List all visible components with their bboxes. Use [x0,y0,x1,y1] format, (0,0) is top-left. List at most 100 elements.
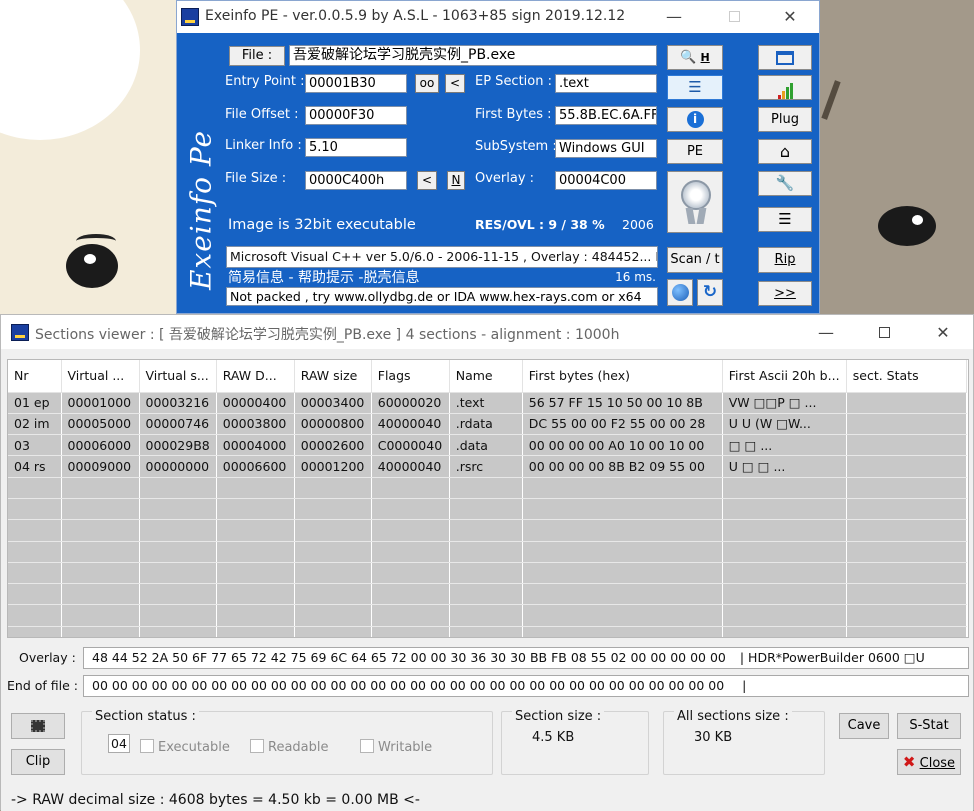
info-button[interactable]: i [667,107,723,132]
table-cell: DC 55 00 00 F2 55 00 00 28 [522,413,723,436]
open-folder-button[interactable] [758,45,812,70]
file-open-button[interactable]: File : [229,46,285,66]
close-window-button[interactable]: ✕ [779,7,801,27]
tree-view-button[interactable]: ☰ [667,75,723,100]
executable-checkbox[interactable]: Executable [140,739,230,755]
file-offset-field[interactable]: 00000F30 [305,106,407,125]
save-section-button[interactable] [11,713,65,739]
empty-row [8,519,967,542]
column-header[interactable]: RAW D... [216,360,295,393]
oo-button[interactable]: oo [415,74,439,93]
all-sections-size-title: All sections size : [674,709,792,724]
sections-maximize-button[interactable] [873,323,895,343]
window-icon [776,50,794,65]
all-sections-size-value: 30 KB [694,730,733,745]
table-row[interactable]: 01 ep 00001000 00003216 00000400 00003400 600… [8,392,967,414]
close-button[interactable]: ✖ Close [897,749,961,775]
file-name-field[interactable]: 吾爱破解论坛学习脱壳实例_PB.exe [289,45,657,66]
tools-button[interactable]: 🔧 [758,171,812,196]
sections-title: Sections viewer : [ 吾爱破解论坛学习脱壳实例_PB.exe … [35,327,620,343]
eof-strip-label: End of file : [7,678,78,693]
table-cell: 00004000 [216,434,295,457]
maximize-button[interactable] [723,7,745,27]
scan-button[interactable]: Scan / t [667,247,723,273]
desktop-background-right [820,0,974,314]
overlay-ascii: | HDR*PowerBuilder 0600 □U [739,650,925,665]
table-cell: .rdata [449,413,523,436]
subsystem-field[interactable]: Windows GUI [555,139,657,158]
table-cell: 00006000 [61,434,140,457]
table-cell: 00003216 [139,392,217,414]
column-header[interactable]: First bytes (hex) [522,360,723,393]
table-cell: 04 rs [8,455,62,478]
ep-back-button[interactable]: < [445,74,465,93]
globe-button[interactable] [667,279,693,306]
help-links-text[interactable]: 简易信息 - 帮助提示 -脱壳信息 [228,267,419,287]
menu-button[interactable]: ☰ [758,207,812,232]
home-button[interactable]: ⌂ [758,139,812,164]
all-sections-size-group: All sections size : 30 KB [663,709,825,775]
entry-point-field[interactable]: 00001B30 [305,74,407,93]
overlay-field[interactable]: 00004C00 [555,171,657,190]
section-size-group: Section size : 4.5 KB [501,709,649,775]
close-x-icon: ✖ [902,753,916,771]
sections-table: Nr Virtual ... Virtual s... RAW D... RAW siz… [7,359,969,638]
n-button[interactable]: N [447,171,465,190]
column-header[interactable]: Virtual s... [139,360,217,393]
cave-button[interactable]: Cave [839,713,889,739]
search-h-button[interactable]: 🔍 H [667,45,723,70]
section-status-group: Section status : 04 Executable Readable … [81,709,493,775]
column-header[interactable]: Name [449,360,523,393]
linker-info-field[interactable]: 5.10 [305,138,407,157]
readable-checkbox[interactable]: Readable [250,739,329,755]
overlay-hex-strip[interactable]: 48 44 52 2A 50 6F 77 65 72 42 75 69 6C 6… [83,647,969,669]
eof-hex-strip[interactable]: 00 00 00 00 00 00 00 00 00 00 00 00 00 0… [83,675,969,697]
more-button[interactable]: >> [758,281,812,306]
sections-minimize-button[interactable]: — [815,323,837,343]
writable-checkbox[interactable]: Writable [360,739,432,755]
certificate-button[interactable] [667,171,723,233]
table-cell: 00006600 [216,455,295,478]
section-status-title: Section status : [92,709,199,724]
column-header[interactable]: Flags [371,360,450,393]
first-bytes-field[interactable]: 55.8B.EC.6A.FF [555,106,657,125]
column-header[interactable]: sect. Stats [846,360,967,393]
table-cell: 03 [8,434,62,457]
refresh-button[interactable]: ↻ [697,279,723,306]
res-ovl-text: RES/OVL : 9 / 38 % [475,217,605,232]
overlay-hex: 48 44 52 2A 50 6F 77 65 72 42 75 69 6C 6… [92,650,726,665]
size-back-button[interactable]: < [417,171,437,190]
file-size-field[interactable]: 0000C400h [305,171,407,190]
magnifier-icon: 🔍 [680,50,697,65]
table-cell: 02 im [8,413,62,436]
minimize-button[interactable]: — [663,7,685,27]
sections-close-window-button[interactable]: ✕ [932,323,954,343]
empty-row [8,498,967,521]
home-icon: ⌂ [779,142,791,161]
file-size-label: File Size : [225,171,287,186]
s-stat-button[interactable]: S-Stat [897,713,961,739]
table-row[interactable]: 03 00006000 000029B8 00004000 00002600 C00000… [8,434,967,457]
table-cell [846,434,967,457]
overlay-label: Overlay : [475,171,535,186]
stats-button[interactable] [758,75,812,100]
table-cell: 00003800 [216,413,295,436]
column-header[interactable]: Virtual ... [61,360,140,393]
pe-button[interactable]: PE [667,139,723,164]
table-row[interactable]: 04 rs 00009000 00000000 00006600 00001200 400… [8,455,967,478]
column-header[interactable]: Nr [8,360,62,393]
ep-section-field[interactable]: .text [555,74,657,93]
section-number-field[interactable]: 04 [108,734,130,753]
exeinfo-title: Exeinfo PE - ver.0.0.5.9 by A.S.L - 1063… [205,8,626,24]
column-header[interactable]: First Ascii 20h b... [722,360,847,393]
column-header[interactable]: RAW size [294,360,372,393]
plug-button[interactable]: Plug [758,107,812,132]
rip-button[interactable]: Rip [758,247,812,273]
table-cell: VW □□P □ ... [722,392,847,414]
info-box: Microsoft Visual C++ ver 5.0/6.0 - 2006-… [226,246,658,288]
table-row[interactable]: 02 im 00005000 00000746 00003800 00000800 400… [8,413,967,436]
overlay-strip-label: Overlay : [19,650,76,665]
table-cell: 40000040 [371,413,450,436]
clip-button[interactable]: Clip [11,749,65,775]
info-icon: i [686,111,704,128]
